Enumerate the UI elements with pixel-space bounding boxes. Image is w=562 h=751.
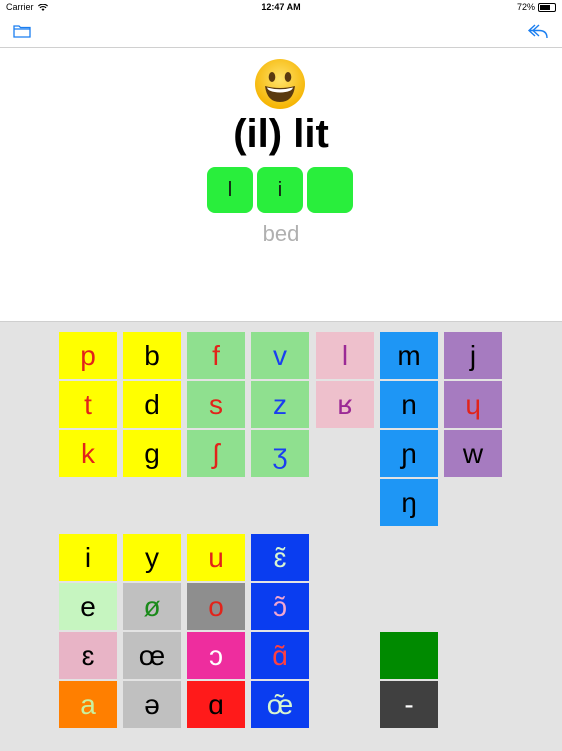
key-label: ŋ <box>401 486 417 518</box>
key-label: f <box>212 339 220 371</box>
key-label: œ̃ <box>266 688 294 720</box>
key-label: œ <box>138 639 166 671</box>
key-label: b <box>144 339 160 371</box>
smiley-face-icon <box>255 59 305 109</box>
translation-label: bed <box>262 221 300 246</box>
key-label: l <box>341 339 349 371</box>
vowel-key[interactable]: œ <box>123 632 181 679</box>
key-label: g <box>144 437 160 469</box>
clock: 12:47 AM <box>261 2 301 12</box>
consonant-key[interactable]: s <box>187 381 245 428</box>
consonant-key[interactable]: p <box>59 332 117 379</box>
folder-button[interactable] <box>8 19 36 43</box>
vowel-key[interactable]: y <box>123 534 181 581</box>
consonant-key[interactable]: b <box>123 332 181 379</box>
key-label: i <box>84 541 92 573</box>
key-label: m <box>397 339 421 371</box>
key-label: - <box>404 688 414 720</box>
phoneme-slot[interactable]: l <box>207 167 253 213</box>
key-label: o <box>208 590 224 622</box>
phoneme-slot[interactable] <box>307 167 353 213</box>
vowel-key[interactable]: ɑ <box>187 681 245 728</box>
consonant-key[interactable]: f <box>187 332 245 379</box>
key-label: k <box>81 437 95 469</box>
back-button[interactable] <box>524 19 552 43</box>
vowel-key[interactable]: u <box>187 534 245 581</box>
word-display: (il) lit l i bed <box>0 48 562 321</box>
consonant-key[interactable]: ɲ <box>380 430 438 477</box>
key-label: ɑ <box>208 688 224 720</box>
key-label: ʁ <box>337 388 353 420</box>
vowel-key[interactable]: ɛ <box>59 632 117 679</box>
vowel-key[interactable]: ø <box>123 583 181 630</box>
consonant-key[interactable]: z <box>251 381 309 428</box>
vowel-key[interactable]: ɔ̃ <box>251 583 309 630</box>
key-label: u <box>208 541 224 573</box>
vowel-key[interactable]: e <box>59 583 117 630</box>
battery-percent: 72% <box>516 2 535 12</box>
phoneme-slots: l i <box>207 167 353 213</box>
consonant-key[interactable]: d <box>123 381 181 428</box>
vowel-key[interactable]: œ̃ <box>251 681 309 728</box>
key-label: e <box>80 590 96 622</box>
consonant-key[interactable]: g <box>123 430 181 477</box>
key-label: ʃ <box>212 437 220 469</box>
key-label: ɛ <box>81 639 95 671</box>
key-label: ɑ̃ <box>272 639 288 671</box>
key-label: w <box>462 437 484 469</box>
consonant-key[interactable]: ʃ <box>187 430 245 477</box>
key-label: a <box>80 688 96 720</box>
consonant-key[interactable]: j <box>444 332 502 379</box>
vowel-key[interactable]: o <box>187 583 245 630</box>
consonant-key[interactable]: k <box>59 430 117 477</box>
key-label: v <box>273 339 287 371</box>
key-label: t <box>84 388 92 420</box>
battery-icon <box>538 3 556 13</box>
key-label: ɲ <box>401 437 417 469</box>
vowel-key[interactable]: ə <box>123 681 181 728</box>
key-label: ɥ <box>465 388 481 420</box>
key-label: s <box>209 388 223 420</box>
consonant-key[interactable]: ʁ <box>316 381 374 428</box>
navigation-bar <box>0 15 562 48</box>
vowel-key[interactable]: ɔ <box>187 632 245 679</box>
consonant-key[interactable]: ɥ <box>444 381 502 428</box>
consonant-key[interactable]: ʒ <box>251 430 309 477</box>
vowel-key[interactable]: i <box>59 534 117 581</box>
consonant-key[interactable]: l <box>316 332 374 379</box>
vowel-key[interactable]: ɛ̃ <box>251 534 309 581</box>
vowel-key[interactable]: a <box>59 681 117 728</box>
phoneme-slot[interactable]: i <box>257 167 303 213</box>
key-label: ɔ̃ <box>273 590 287 622</box>
folder-icon <box>13 25 31 38</box>
consonant-key[interactable]: ŋ <box>380 479 438 526</box>
key-label: y <box>145 541 159 573</box>
key-label: j <box>469 339 477 371</box>
consonant-key[interactable]: w <box>444 430 502 477</box>
key-label: d <box>144 388 160 420</box>
word-title: (il) lit <box>233 112 329 156</box>
key-label: p <box>80 339 96 371</box>
key-label: ʒ <box>272 437 288 469</box>
phoneme-keyboard: p t k b d g f s ʃ v z ʒ l ʁ m n ɲ ŋ j ɥ w i e ɛ a y ø œ ə u o ɔ ɑ ɛ̃ ɔ̃ ɑ̃ œ… <box>0 321 562 751</box>
key-label: n <box>401 388 417 420</box>
key-label: ɔ <box>209 639 223 671</box>
vowel-key[interactable]: ɑ̃ <box>251 632 309 679</box>
reply-icon <box>527 24 548 39</box>
consonant-key[interactable]: v <box>251 332 309 379</box>
dash-key[interactable]: - <box>380 681 438 728</box>
key-label: ø <box>143 590 161 622</box>
key-label: z <box>273 388 287 420</box>
key-label: ɛ̃ <box>273 541 287 573</box>
key-label: ə <box>144 688 160 720</box>
consonant-key[interactable]: t <box>59 381 117 428</box>
status-bar: Carrier 12:47 AM 72% <box>0 0 562 15</box>
battery-indicator: 72% <box>516 2 556 13</box>
consonant-key[interactable]: n <box>380 381 438 428</box>
confirm-key[interactable] <box>380 632 438 679</box>
consonant-key[interactable]: m <box>380 332 438 379</box>
